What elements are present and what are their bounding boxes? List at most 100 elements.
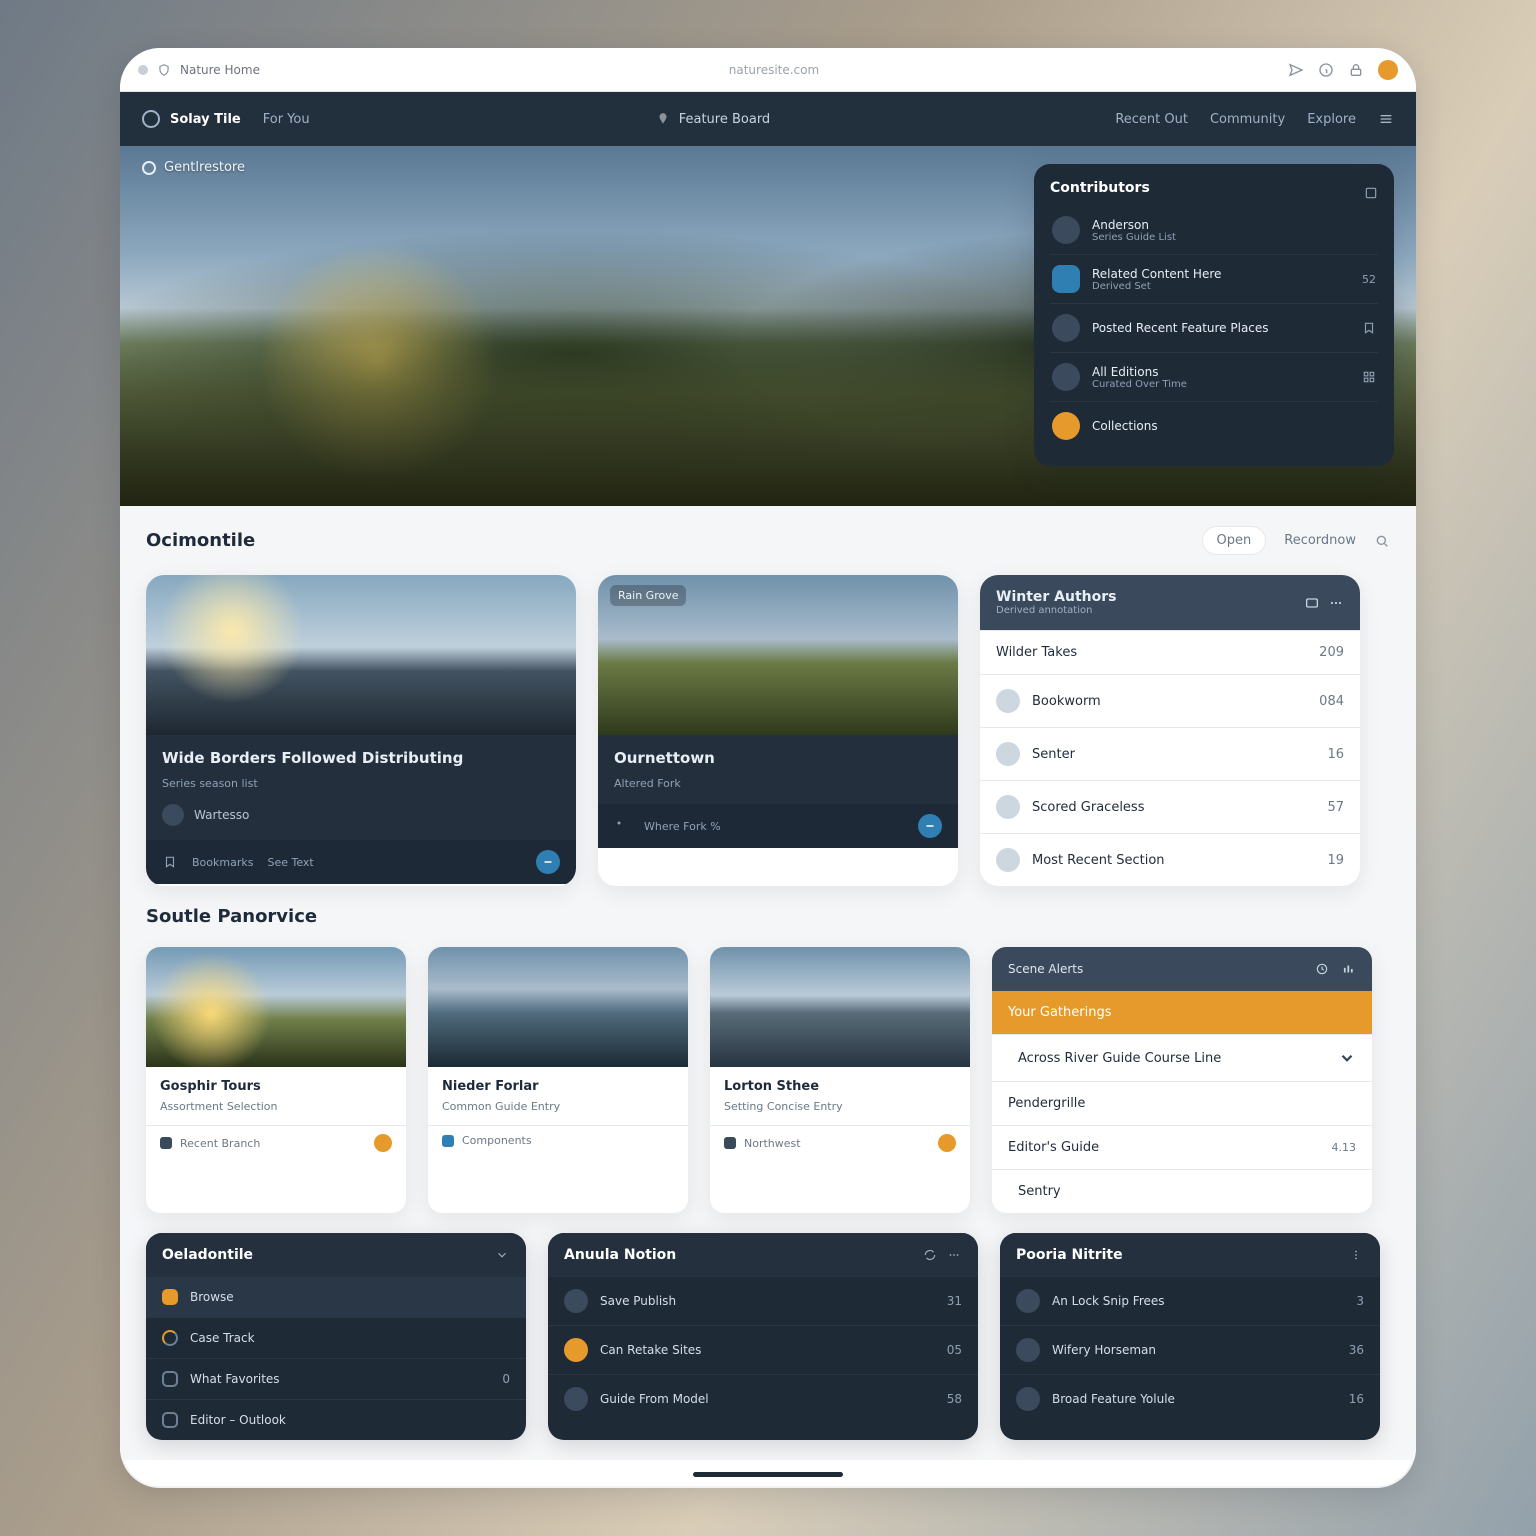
list-card-title: Winter Authors	[996, 589, 1117, 605]
brand-logo-icon	[142, 110, 160, 128]
list-card-sub: Derived annotation	[996, 605, 1117, 616]
dark-row[interactable]: An Lock Snip Frees3	[1000, 1277, 1380, 1325]
hero-panel-item[interactable]: All EditionsCurated Over Time	[1050, 352, 1378, 401]
browser-tab-label[interactable]: Nature Home	[180, 63, 260, 77]
card-icon[interactable]	[1304, 595, 1320, 611]
send-icon[interactable]	[1288, 62, 1304, 78]
dark-row[interactable]: Case Track	[146, 1317, 526, 1358]
hero-side-panel: Contributors AndersonSeries Guide List R…	[1034, 164, 1394, 466]
section-title: Soutle Panorvice	[146, 906, 317, 927]
hero-panel-item[interactable]: Posted Recent Feature Places	[1050, 303, 1378, 352]
breadcrumb[interactable]: Gentlrestore	[142, 160, 245, 175]
author-name: Wartesso	[194, 808, 249, 822]
filter-button[interactable]: Open	[1202, 526, 1267, 555]
window-dot-icon	[138, 65, 148, 75]
open-button[interactable]	[536, 850, 560, 874]
search-icon[interactable]	[1374, 533, 1390, 549]
list-item[interactable]: Scored Graceless57	[980, 780, 1360, 833]
stack-item[interactable]: Sentry	[992, 1169, 1372, 1213]
dark-panel-people: Pooria Nitrite An Lock Snip Frees3 Wifer…	[1000, 1233, 1380, 1440]
content-scroll[interactable]: Ocimontile Open Recordnow Wide Borders F…	[120, 506, 1416, 1460]
stack-item[interactable]: Pendergrille	[992, 1081, 1372, 1125]
hero-panel-item[interactable]: AndersonSeries Guide List	[1050, 206, 1378, 254]
dark-row[interactable]: Wifery Horseman36	[1000, 1325, 1380, 1374]
clock-icon[interactable]	[1314, 961, 1330, 977]
avatar-icon	[996, 689, 1020, 713]
tag-icon	[614, 818, 630, 834]
avatar-icon	[1052, 314, 1080, 342]
hero-banner: Gentlrestore Contributors AndersonSeries…	[120, 146, 1416, 506]
dark-row[interactable]: Browse	[146, 1277, 526, 1317]
chevron-down-icon[interactable]	[494, 1247, 510, 1263]
mini-thumb	[710, 947, 970, 1067]
dark-row[interactable]: Guide From Model58	[548, 1374, 978, 1423]
more-icon[interactable]	[1328, 595, 1344, 611]
profile-avatar[interactable]	[1378, 60, 1398, 80]
feature-card[interactable]: Rain Grove Ournettown Altered Fork Where…	[598, 575, 958, 886]
card-thumbnail	[146, 575, 576, 735]
hero-panel-item[interactable]: Collections	[1050, 401, 1378, 450]
avatar-icon	[1052, 363, 1080, 391]
more-icon[interactable]	[946, 1247, 962, 1263]
info-icon[interactable]	[1318, 62, 1334, 78]
badge-icon	[374, 1134, 392, 1152]
authors-list-card: Winter Authors Derived annotation Wilder…	[980, 575, 1360, 886]
card-title: Ournettown	[614, 749, 942, 767]
nav-link-explore[interactable]: Explore	[1307, 112, 1356, 127]
thumb-label: Rain Grove	[610, 585, 686, 606]
app-frame: Nature Home naturesite.com Solay Tile Fo…	[120, 48, 1416, 1488]
expand-icon[interactable]	[1364, 186, 1378, 200]
bookmark-icon[interactable]	[162, 854, 178, 870]
brand[interactable]: Solay Tile	[142, 110, 241, 128]
folder-icon	[162, 1289, 178, 1305]
dark-panel-categories: Oeladontile Browse Case Track What Favor…	[146, 1233, 526, 1440]
author-avatar	[162, 804, 184, 826]
avatar-icon	[1016, 1387, 1040, 1411]
refresh-icon[interactable]	[922, 1247, 938, 1263]
card-thumbnail: Rain Grove	[598, 575, 958, 735]
sort-label[interactable]: Recordnow	[1284, 533, 1356, 548]
dark-row[interactable]: Can Retake Sites05	[548, 1325, 978, 1374]
stack-item[interactable]: Across River Guide Course Line	[992, 1034, 1372, 1081]
mini-card[interactable]: Lorton StheeSetting Concise Entry Northw…	[710, 947, 970, 1213]
shield-icon	[156, 62, 172, 78]
menu-icon[interactable]	[1378, 111, 1394, 127]
nav-link-recent[interactable]: Recent Out	[1115, 112, 1188, 127]
dark-row[interactable]: Broad Feature Yolule16	[1000, 1374, 1380, 1423]
avatar-icon	[564, 1338, 588, 1362]
feature-card[interactable]: Wide Borders Followed Distributing Serie…	[146, 575, 576, 886]
list-item[interactable]: Most Recent Section19	[980, 833, 1360, 886]
dark-row[interactable]: Editor – Outlook	[146, 1399, 526, 1440]
open-button[interactable]	[918, 814, 942, 838]
avatar-icon	[1016, 1289, 1040, 1313]
avatar-icon	[996, 848, 1020, 872]
stack-item[interactable]: Editor's Guide4.13	[992, 1125, 1372, 1169]
list-item[interactable]: Senter16	[980, 727, 1360, 780]
progress-icon	[162, 1330, 178, 1346]
top-nav: Solay Tile For You Feature Board Recent …	[120, 92, 1416, 146]
nav-link-community[interactable]: Community	[1210, 112, 1285, 127]
card-subtitle: Series season list	[162, 777, 560, 790]
mini-card[interactable]: Nieder ForlarCommon Guide Entry Componen…	[428, 947, 688, 1213]
address-label[interactable]: naturesite.com	[276, 63, 1272, 77]
bookmark-icon[interactable]	[1362, 321, 1376, 335]
list-item[interactable]: Bookworm084	[980, 674, 1360, 727]
card-subtitle: Altered Fork	[614, 777, 942, 790]
list-item[interactable]: Wilder Takes209	[980, 630, 1360, 674]
tag-icon	[724, 1137, 736, 1149]
hero-panel-title: Contributors	[1050, 180, 1150, 196]
more-icon[interactable]	[1348, 1247, 1364, 1263]
browser-chrome: Nature Home naturesite.com	[120, 48, 1416, 92]
dark-row[interactable]: Save Publish31	[548, 1277, 978, 1325]
dark-row[interactable]: What Favorites0	[146, 1358, 526, 1399]
folder-icon	[1052, 412, 1080, 440]
alert-banner[interactable]: Your Gatherings	[992, 991, 1372, 1034]
lock-icon[interactable]	[1348, 62, 1364, 78]
nav-center[interactable]: Feature Board	[655, 111, 770, 127]
hero-panel-item[interactable]: Related Content HereDerived Set 52	[1050, 254, 1378, 303]
nav-link-for-you[interactable]: For You	[263, 112, 310, 127]
grid-icon[interactable]	[1362, 370, 1376, 384]
bar-icon[interactable]	[1340, 961, 1356, 977]
brand-name: Solay Tile	[170, 112, 241, 127]
mini-card[interactable]: Gosphir ToursAssortment Selection Recent…	[146, 947, 406, 1213]
